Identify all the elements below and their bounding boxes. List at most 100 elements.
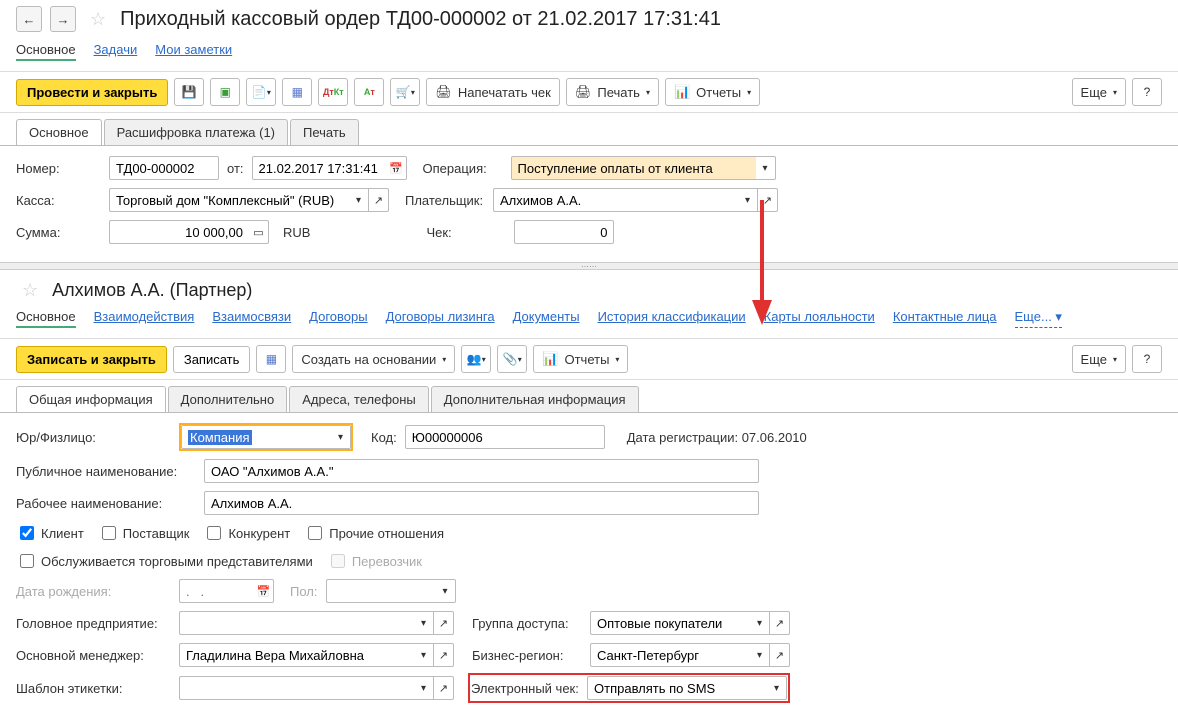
print-dropdown[interactable]: 🖨 Печать ▾ — [566, 78, 659, 106]
doc-tab-main[interactable]: Основное — [16, 119, 102, 145]
code-input[interactable] — [405, 425, 605, 449]
business-region-open-icon[interactable]: ↗ — [770, 643, 790, 667]
ptab-additional[interactable]: Дополнительно — [168, 386, 288, 412]
ptab-more[interactable]: Еще... ▾ — [1015, 309, 1062, 328]
label-template-dropdown-icon[interactable]: ▾ — [414, 676, 434, 700]
payer-input[interactable] — [493, 188, 738, 212]
entity-label: Юр/Физлицо: — [16, 430, 171, 445]
doc-tab-payment[interactable]: Расшифровка платежа (1) — [104, 119, 288, 145]
ptab-general[interactable]: Общая информация — [16, 386, 166, 412]
cashdesk-label: Касса: — [16, 193, 101, 208]
entity-dropdown-icon[interactable]: ▾ — [331, 425, 351, 449]
gender-input[interactable] — [326, 579, 436, 603]
at-icon[interactable]: Ат — [354, 78, 384, 106]
payer-dropdown-icon[interactable]: ▾ — [738, 188, 758, 212]
competitor-checkbox[interactable]: Конкурент — [203, 523, 290, 543]
more-button[interactable]: Еще ▾ — [1072, 78, 1126, 106]
entity-input[interactable]: Компания — [181, 425, 331, 449]
partner-more-button[interactable]: Еще ▾ — [1072, 345, 1126, 373]
list-icon[interactable]: ▦ — [256, 345, 286, 373]
birth-calendar-icon[interactable]: 📅 — [254, 579, 274, 603]
tab-main[interactable]: Основное — [16, 42, 76, 61]
public-name-input[interactable] — [204, 459, 759, 483]
date-input[interactable] — [252, 156, 387, 180]
main-manager-dropdown-icon[interactable]: ▾ — [414, 643, 434, 667]
group-icon[interactable]: 👥▾ — [461, 345, 491, 373]
attach-icon[interactable]: 📎▾ — [497, 345, 527, 373]
ptab-leasing[interactable]: Договоры лизинга — [386, 309, 495, 328]
main-manager-input[interactable] — [179, 643, 414, 667]
nav-forward-button[interactable]: → — [50, 6, 76, 32]
partner-title: Алхимов А.А. (Партнер) — [52, 280, 252, 301]
favorite-star-icon[interactable]: ☆ — [90, 9, 106, 30]
gender-label: Пол: — [290, 584, 318, 599]
export-icon[interactable]: 📄▾ — [246, 78, 276, 106]
doc-tab-print[interactable]: Печать — [290, 119, 359, 145]
head-company-input[interactable] — [179, 611, 414, 635]
ptab-addresses[interactable]: Адреса, телефоны — [289, 386, 429, 412]
save-close-button[interactable]: Записать и закрыть — [16, 346, 167, 373]
ptab-class-history[interactable]: История классификации — [598, 309, 746, 328]
echeck-dropdown-icon[interactable]: ▾ — [767, 676, 787, 700]
sum-label: Сумма: — [16, 225, 101, 240]
save-button[interactable]: Записать — [173, 346, 251, 373]
tab-notes[interactable]: Мои заметки — [155, 42, 232, 61]
ptab-main[interactable]: Основное — [16, 309, 76, 328]
calc-icon[interactable]: ▭ — [249, 220, 269, 244]
ptab-documents[interactable]: Документы — [513, 309, 580, 328]
nav-back-button[interactable]: ← — [16, 6, 42, 32]
dt-icon[interactable]: ДтКт — [318, 78, 348, 106]
label-template-input[interactable] — [179, 676, 414, 700]
cart-icon[interactable]: 🛒▾ — [390, 78, 420, 106]
birth-input[interactable] — [179, 579, 254, 603]
label-template-open-icon[interactable]: ↗ — [434, 676, 454, 700]
head-company-dropdown-icon[interactable]: ▾ — [414, 611, 434, 635]
head-company-open-icon[interactable]: ↗ — [434, 611, 454, 635]
supplier-checkbox[interactable]: Поставщик — [98, 523, 190, 543]
page-title: Приходный кассовый ордер ТД00-000002 от … — [120, 8, 721, 31]
ptab-extra[interactable]: Дополнительная информация — [431, 386, 639, 412]
cashdesk-input[interactable] — [109, 188, 349, 212]
operation-input[interactable] — [511, 156, 756, 180]
help-button[interactable]: ? — [1132, 78, 1162, 106]
echeck-input[interactable] — [587, 676, 767, 700]
ptab-relations[interactable]: Взаимосвязи — [212, 309, 291, 328]
access-group-open-icon[interactable]: ↗ — [770, 611, 790, 635]
ptab-interactions[interactable]: Взаимодействия — [94, 309, 195, 328]
calendar-icon[interactable]: 📅 — [387, 156, 407, 180]
pane-divider[interactable]: ⋯⋯ — [0, 262, 1178, 270]
ptab-contacts[interactable]: Контактные лица — [893, 309, 997, 328]
print-receipt-button[interactable]: 🖨 Напечатать чек — [426, 78, 559, 106]
check-input[interactable] — [514, 220, 614, 244]
post-and-close-button[interactable]: Провести и закрыть — [16, 79, 168, 106]
operation-dropdown-icon[interactable]: ▾ — [756, 156, 776, 180]
partner-star-icon[interactable]: ☆ — [22, 280, 38, 301]
doc-icon[interactable]: ▦ — [282, 78, 312, 106]
ptab-contracts[interactable]: Договоры — [309, 309, 367, 328]
gender-dropdown-icon[interactable]: ▾ — [436, 579, 456, 603]
business-region-dropdown-icon[interactable]: ▾ — [750, 643, 770, 667]
cashdesk-open-icon[interactable]: ↗ — [369, 188, 389, 212]
work-name-input[interactable] — [204, 491, 759, 515]
payer-open-icon[interactable]: ↗ — [758, 188, 778, 212]
main-manager-open-icon[interactable]: ↗ — [434, 643, 454, 667]
partner-help-button[interactable]: ? — [1132, 345, 1162, 373]
partner-reports-dropdown[interactable]: 📊 Отчеты ▾ — [533, 345, 628, 373]
access-group-input[interactable] — [590, 611, 750, 635]
other-rel-checkbox[interactable]: Прочие отношения — [304, 523, 444, 543]
client-checkbox[interactable]: Клиент — [16, 523, 84, 543]
sum-input[interactable] — [109, 220, 249, 244]
save-icon[interactable]: 💾 — [174, 78, 204, 106]
ptab-loyalty[interactable]: Карты лояльности — [764, 309, 875, 328]
number-label: Номер: — [16, 161, 101, 176]
sales-reps-checkbox[interactable]: Обслуживается торговыми представителями — [16, 551, 313, 571]
number-input[interactable] — [109, 156, 219, 180]
create-from-dropdown[interactable]: Создать на основании ▾ — [292, 345, 455, 373]
reports-dropdown[interactable]: 📊 Отчеты ▾ — [665, 78, 760, 106]
code-label: Код: — [371, 430, 397, 445]
tab-tasks[interactable]: Задачи — [94, 42, 138, 61]
access-group-dropdown-icon[interactable]: ▾ — [750, 611, 770, 635]
cashdesk-dropdown-icon[interactable]: ▾ — [349, 188, 369, 212]
business-region-input[interactable] — [590, 643, 750, 667]
post-icon[interactable]: ▣ — [210, 78, 240, 106]
